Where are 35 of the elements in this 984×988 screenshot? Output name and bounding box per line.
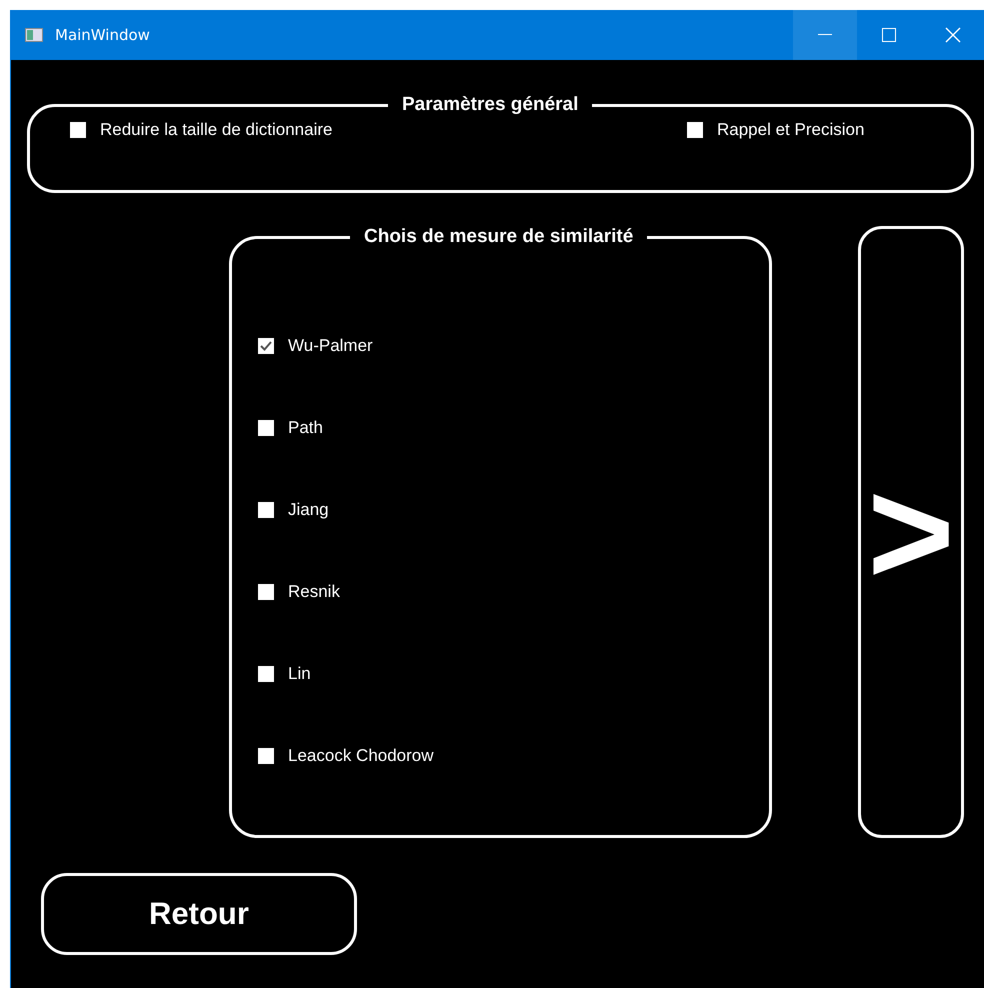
minimize-button[interactable] xyxy=(793,10,857,60)
app-icon xyxy=(25,28,43,42)
checkbox-label: Path xyxy=(288,418,323,438)
checkbox[interactable] xyxy=(687,122,703,138)
window-title: MainWindow xyxy=(55,26,151,44)
checkbox-option[interactable]: Leacock Chodorow xyxy=(258,746,743,766)
checkbox-option[interactable]: Lin xyxy=(258,664,743,684)
checkbox-label: Rappel et Precision xyxy=(717,120,864,140)
checkbox[interactable] xyxy=(258,420,274,436)
checkbox[interactable] xyxy=(258,584,274,600)
checkbox[interactable] xyxy=(70,122,86,138)
checkbox-label: Lin xyxy=(288,664,311,684)
checkbox-label: Leacock Chodorow xyxy=(288,746,434,766)
maximize-icon xyxy=(882,28,896,42)
checkbox-label: Reduire la taille de dictionnaire xyxy=(100,120,332,140)
group-title: Paramètres général xyxy=(401,94,580,116)
checkbox-option[interactable]: Jiang xyxy=(258,500,743,520)
checkbox-option[interactable]: Reduire la taille de dictionnaire xyxy=(70,120,687,140)
checkbox-option[interactable]: Wu-Palmer xyxy=(258,336,743,356)
group-title: Chois de mesure de similarité xyxy=(363,226,634,248)
check-icon xyxy=(259,339,273,353)
next-button[interactable]: > xyxy=(858,226,964,838)
checkbox-label: Wu-Palmer xyxy=(288,336,373,356)
checkbox[interactable] xyxy=(258,502,274,518)
checkbox-option[interactable]: Rappel et Precision xyxy=(687,120,864,140)
close-icon xyxy=(945,27,961,43)
checkbox-option[interactable]: Resnik xyxy=(258,582,743,602)
checkbox-label: Jiang xyxy=(288,500,329,520)
minimize-icon xyxy=(818,34,832,36)
back-button[interactable]: Retour xyxy=(41,873,357,955)
checkbox[interactable] xyxy=(258,338,274,354)
checkbox[interactable] xyxy=(258,748,274,764)
checkbox[interactable] xyxy=(258,666,274,682)
checkbox-option[interactable]: Path xyxy=(258,418,743,438)
checkbox-label: Resnik xyxy=(288,582,340,602)
